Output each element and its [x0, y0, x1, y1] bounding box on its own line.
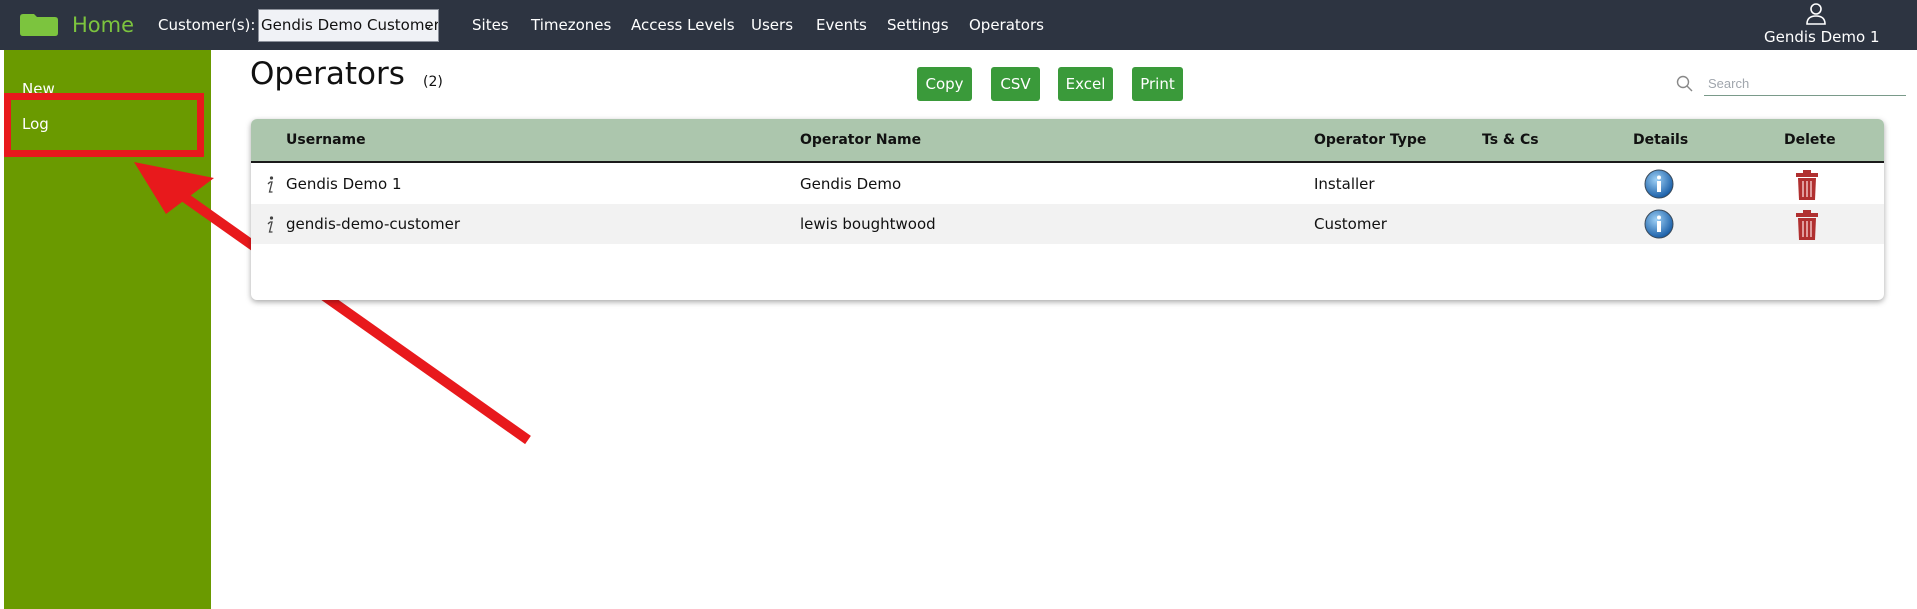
nav-events[interactable]: Events [816, 16, 867, 34]
nav-sites[interactable]: Sites [472, 16, 509, 34]
nav-timezones[interactable]: Timezones [531, 16, 611, 34]
user-name[interactable]: Gendis Demo 1 [1764, 28, 1880, 46]
column-header-username[interactable]: Username [286, 132, 366, 148]
home-link[interactable]: Home [72, 13, 134, 37]
cell-operator-name: Gendis Demo [800, 175, 902, 193]
info-italic-icon[interactable] [265, 175, 275, 194]
info-italic-icon[interactable] [265, 215, 275, 234]
nav-operators[interactable]: Operators [969, 16, 1044, 34]
folder-logo-icon[interactable] [20, 14, 58, 36]
copy-button[interactable]: Copy [917, 67, 972, 101]
trash-icon[interactable] [1796, 170, 1818, 200]
search-icon [1676, 75, 1693, 92]
column-header-delete: Delete [1784, 132, 1836, 148]
nav-settings[interactable]: Settings [887, 16, 949, 34]
search-input[interactable] [1704, 72, 1906, 96]
info-circle-icon[interactable] [1644, 209, 1674, 239]
cell-operator-type: Installer [1314, 175, 1375, 193]
column-header-details: Details [1633, 132, 1689, 148]
top-navbar: Home Customer(s): Gendis Demo Customer ⌄… [0, 0, 1917, 50]
operator-count: (2) [423, 74, 443, 90]
cell-operator-name: lewis boughtwood [800, 215, 936, 233]
trash-icon[interactable] [1796, 210, 1818, 240]
customer-select[interactable]: Gendis Demo Customer ⌄ [258, 9, 439, 42]
table-row: gendis-demo-customer lewis boughtwood Cu… [251, 204, 1884, 244]
column-header-operator-type[interactable]: Operator Type [1314, 132, 1426, 148]
chevron-down-icon: ⌄ [422, 18, 433, 32]
cell-operator-type: Customer [1314, 215, 1387, 233]
cell-username: gendis-demo-customer [286, 215, 461, 233]
column-header-operator-name[interactable]: Operator Name [800, 132, 921, 148]
customer-select-value: Gendis Demo Customer [261, 16, 439, 34]
info-circle-icon[interactable] [1644, 169, 1674, 199]
column-header-ts-cs[interactable]: Ts & Cs [1482, 132, 1539, 148]
table-row: Gendis Demo 1 Gendis Demo Installer [251, 164, 1884, 204]
table-header: Username Operator Name Operator Type Ts … [251, 119, 1884, 163]
cell-username: Gendis Demo 1 [286, 175, 402, 193]
nav-access-levels[interactable]: Access Levels [631, 16, 735, 34]
annotation-highlight-box [4, 93, 204, 157]
print-button[interactable]: Print [1132, 67, 1183, 101]
csv-button[interactable]: CSV [991, 67, 1040, 101]
page-title: Operators [250, 56, 405, 92]
user-icon[interactable] [1806, 3, 1826, 25]
operators-table: Username Operator Name Operator Type Ts … [251, 119, 1884, 300]
nav-users[interactable]: Users [751, 16, 793, 34]
customer-label: Customer(s): [158, 16, 256, 34]
excel-button[interactable]: Excel [1058, 67, 1113, 101]
